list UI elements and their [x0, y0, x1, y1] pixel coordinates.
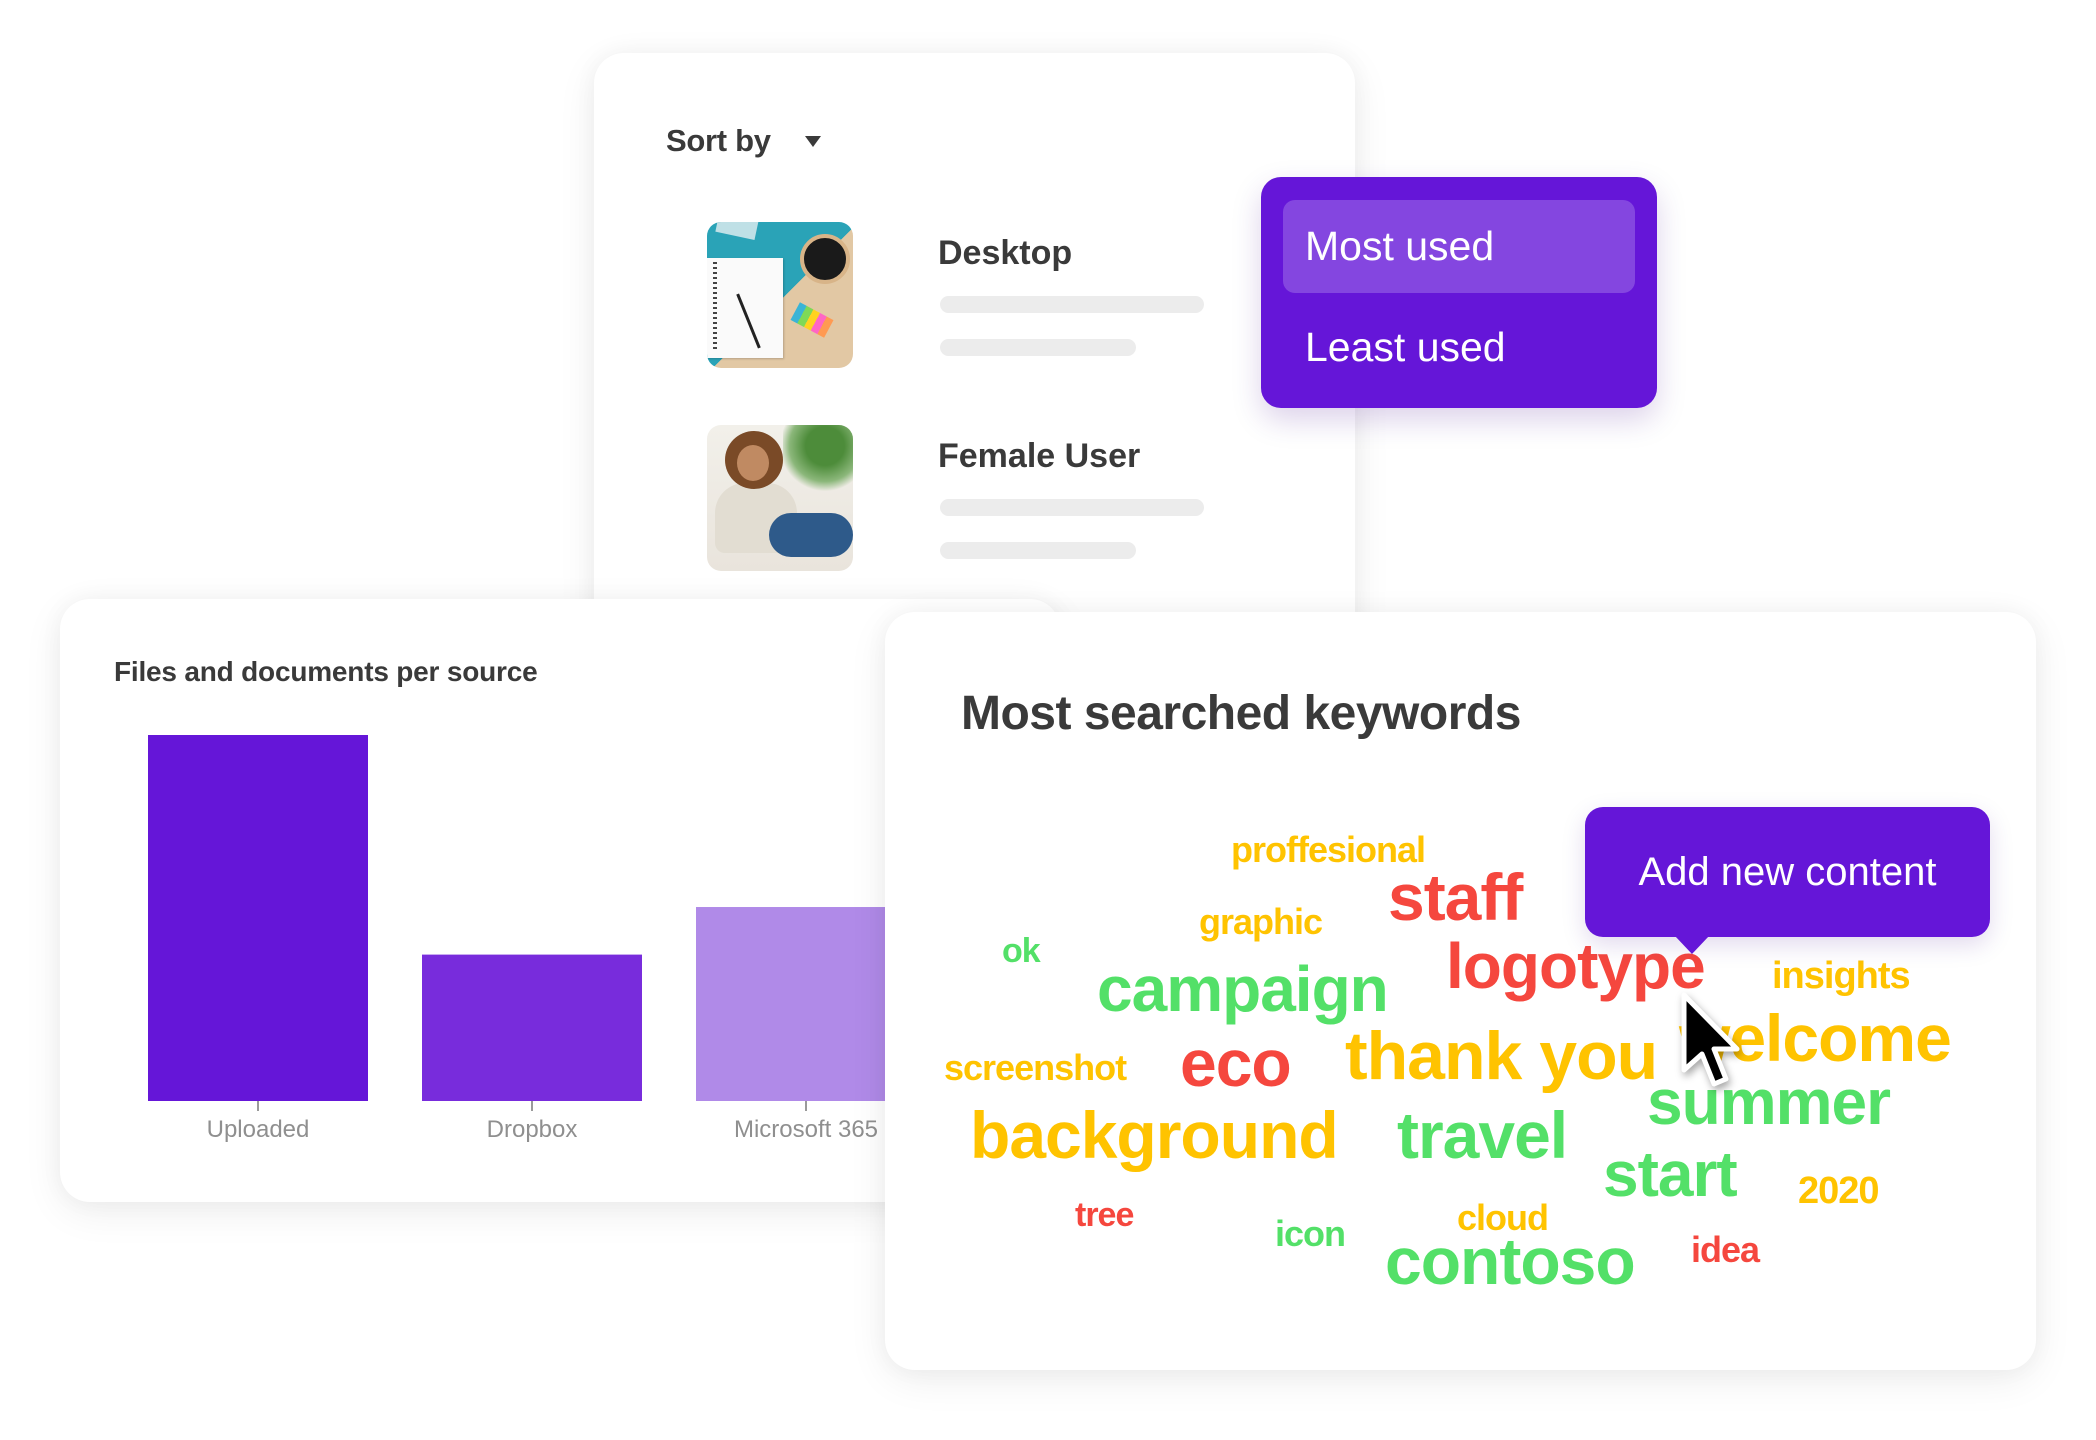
keyword-insights[interactable]: insights — [1772, 957, 1911, 995]
keyword-ok[interactable]: ok — [1002, 934, 1041, 968]
keyword-contoso[interactable]: contoso — [1385, 1228, 1636, 1294]
placeholder-line — [940, 499, 1204, 516]
keyword-staff[interactable]: staff — [1388, 864, 1523, 930]
keyword-graphic[interactable]: graphic — [1199, 904, 1323, 940]
placeholder-line — [940, 296, 1204, 313]
arrow-pointer-icon — [1681, 992, 1740, 1087]
x-tick-label: Microsoft 365 — [734, 1116, 878, 1143]
list-item-desktop[interactable]: Desktop — [707, 222, 1267, 368]
keyword-thank-you[interactable]: thank you — [1345, 1022, 1658, 1090]
keyword-start[interactable]: start — [1603, 1142, 1738, 1206]
bar-uploaded[interactable] — [148, 735, 368, 1101]
keyword-background[interactable]: background — [970, 1102, 1339, 1168]
keyword-idea[interactable]: idea — [1691, 1232, 1760, 1268]
keyword-tree[interactable]: tree — [1075, 1198, 1134, 1232]
sort-by-label: Sort by — [666, 123, 771, 158]
x-tick-label: Dropbox — [487, 1116, 578, 1143]
sort-option-least-used[interactable]: Least used — [1283, 301, 1635, 394]
keyword-screenshot[interactable]: screenshot — [944, 1050, 1127, 1086]
tooltip-tail — [1675, 936, 1709, 954]
placeholder-line — [940, 542, 1136, 559]
keyword-logotype[interactable]: logotype — [1446, 934, 1706, 998]
keyword-2020[interactable]: 2020 — [1798, 1172, 1880, 1210]
woman-with-phone-thumbnail — [707, 425, 853, 571]
tooltip-label: Add new content — [1638, 849, 1937, 894]
bar-microsoft-365[interactable] — [696, 907, 916, 1101]
keyword-campaign[interactable]: campaign — [1097, 957, 1389, 1021]
bar-dropbox[interactable] — [422, 954, 642, 1101]
x-tick-label: Uploaded — [207, 1116, 310, 1143]
keyword-icon[interactable]: icon — [1275, 1216, 1346, 1252]
caret-down-icon — [804, 135, 821, 147]
keywords-title: Most searched keywords — [961, 687, 1521, 740]
sort-dropdown-menu: Most used Least used — [1261, 177, 1657, 408]
list-item-female-user[interactable]: Female User — [707, 425, 1267, 571]
desk-flatlay-thumbnail — [707, 222, 853, 368]
keywords-card: Most searched keywords proffesional staff… — [885, 612, 2036, 1370]
list-item-title: Desktop — [938, 234, 1073, 272]
sort-by-dropdown[interactable]: Sort by — [666, 123, 821, 159]
list-item-title: Female User — [938, 437, 1141, 475]
keyword-eco[interactable]: eco — [1180, 1030, 1292, 1096]
placeholder-line — [940, 339, 1136, 356]
keyword-travel[interactable]: travel — [1397, 1102, 1568, 1168]
sort-option-most-used[interactable]: Most used — [1283, 200, 1635, 293]
add-new-content-tooltip[interactable]: Add new content — [1585, 807, 1990, 954]
